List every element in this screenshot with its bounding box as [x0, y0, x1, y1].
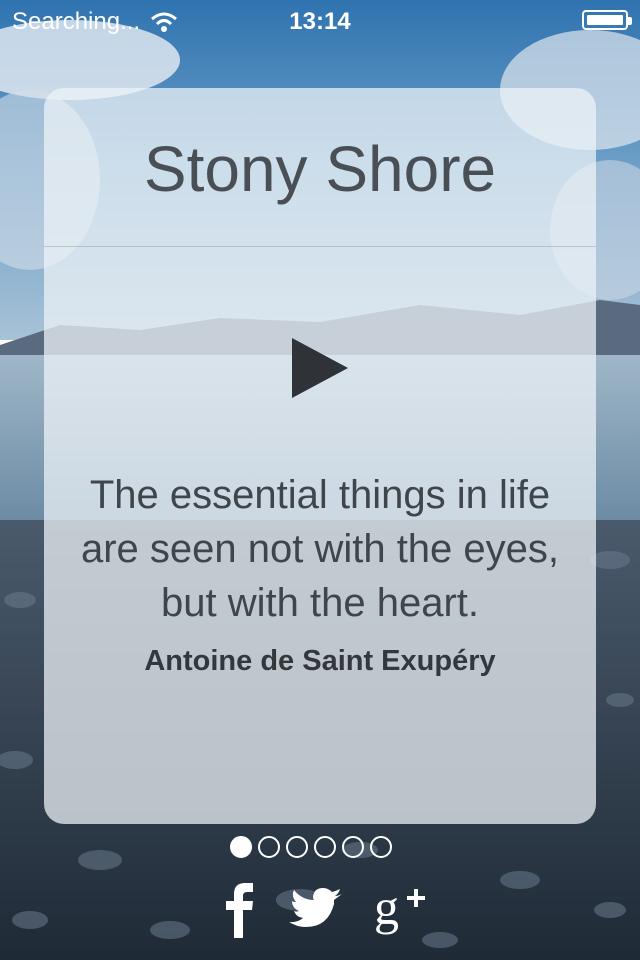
battery-icon [582, 10, 632, 30]
page-dot[interactable] [258, 836, 280, 858]
quote-author: Antoine de Saint Exupéry [144, 645, 496, 677]
google-plus-icon[interactable]: g [372, 880, 432, 940]
page-dot[interactable] [342, 836, 364, 858]
play-icon[interactable] [290, 336, 350, 400]
page-dot[interactable] [230, 836, 252, 858]
quote-text: The essential things in life are seen no… [80, 473, 560, 625]
status-time: 13:14 [289, 8, 351, 35]
page-dot[interactable] [286, 836, 308, 858]
svg-text:g: g [374, 880, 399, 935]
facebook-icon[interactable] [222, 880, 256, 940]
page-dot[interactable] [370, 836, 392, 858]
status-bar: Searching... 13:14 [0, 0, 640, 40]
title-divider [44, 246, 596, 247]
quote-card: Stony Shore The essential things in life… [44, 88, 596, 824]
twitter-icon[interactable] [288, 880, 344, 940]
page-dot[interactable] [314, 836, 336, 858]
card-title: Stony Shore [143, 133, 497, 205]
page-indicator [230, 836, 392, 858]
